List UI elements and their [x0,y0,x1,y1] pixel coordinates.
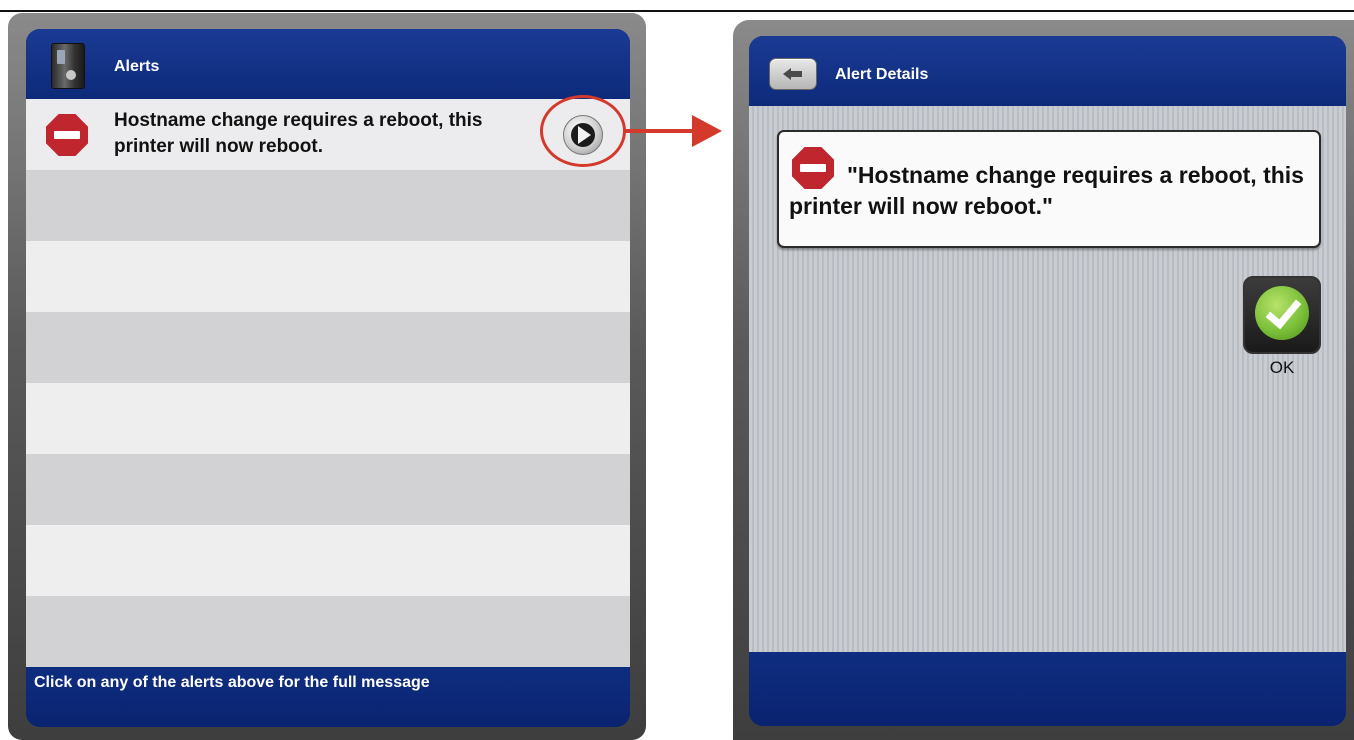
details-header: Alert Details [749,36,1346,106]
highlight-circle [540,95,626,167]
empty-row [26,241,630,312]
alerts-title: Alerts [114,58,160,75]
empty-row [26,312,630,383]
empty-row [26,525,630,596]
details-footer [749,652,1346,726]
connector-arrow-line [624,129,696,133]
stop-icon [46,114,88,156]
empty-row [26,596,630,667]
empty-row [26,454,630,525]
alert-list: Hostname change requires a reboot, this … [26,95,630,667]
detail-message: "Hostname change requires a reboot, this… [789,162,1304,219]
footer-hint: Click on any of the alerts above for the… [34,674,430,691]
empty-row [26,170,630,241]
alert-message: Hostname change requires a reboot, this … [114,110,483,157]
message-card: "Hostname change requires a reboot, this… [777,130,1321,248]
back-button[interactable] [769,58,817,90]
connector-arrow-icon [692,115,722,147]
alerts-device-bezel: Alerts Hostname change requires a reboot… [8,13,646,740]
ok-label: OK [1269,358,1295,377]
details-area: "Hostname change requires a reboot, this… [749,106,1346,652]
alerts-header: Alerts [26,29,630,99]
alerts-screen: Alerts Hostname change requires a reboot… [26,29,630,727]
details-title: Alert Details [835,66,929,83]
alert-row[interactable]: Hostname change requires a reboot, this … [26,95,630,170]
alerts-footer: Click on any of the alerts above for the… [26,667,630,727]
empty-row [26,383,630,454]
alert-details-screen: Alert Details "Hostname change requires … [749,36,1346,726]
check-icon [1255,286,1309,340]
ok-button[interactable] [1243,276,1321,354]
top-rule [0,10,1354,12]
details-device-bezel: Alert Details "Hostname change requires … [733,20,1354,740]
printer-icon [51,43,85,89]
